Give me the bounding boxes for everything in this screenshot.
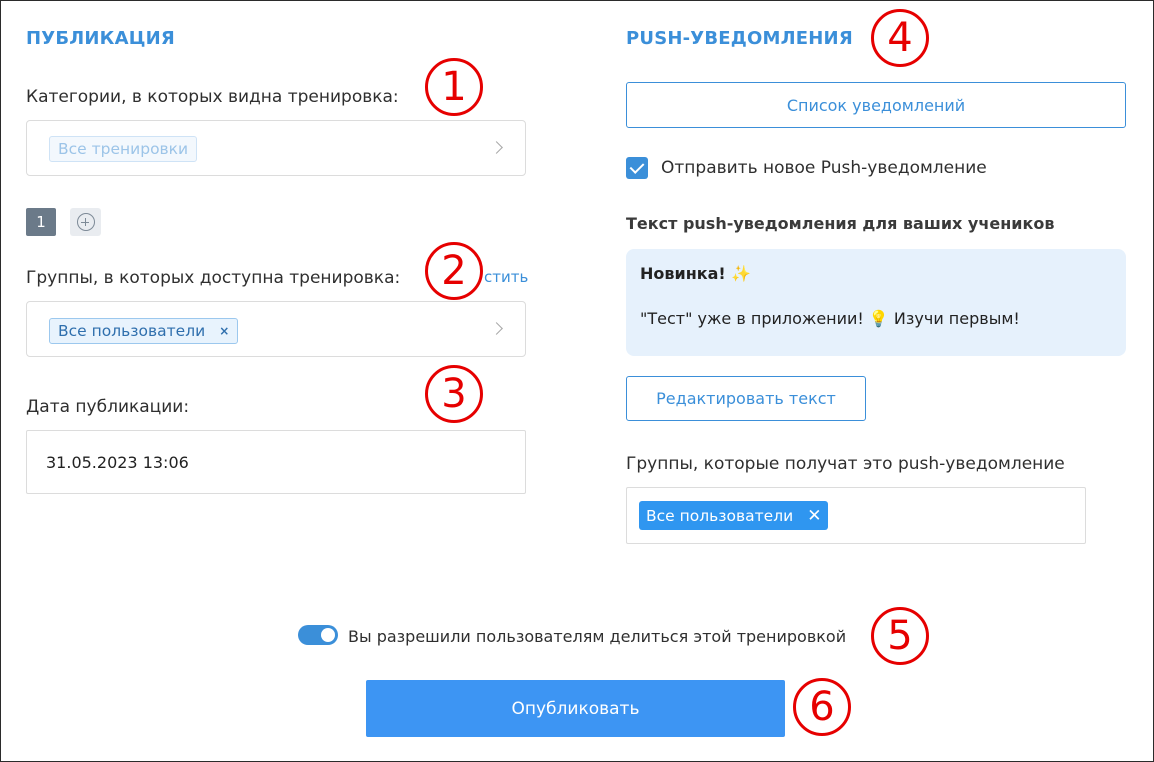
annotation-marker-1: 1 bbox=[425, 58, 483, 116]
group-chip-label: Все пользователи bbox=[58, 322, 206, 340]
categories-label: Категории, в которых видна тренировка: bbox=[26, 87, 399, 107]
categories-select[interactable]: Все тренировки bbox=[26, 120, 526, 176]
date-input[interactable]: 31.05.2023 13:06 bbox=[26, 430, 526, 494]
send-push-checkbox[interactable] bbox=[626, 157, 648, 179]
annotation-marker-2: 2 bbox=[425, 242, 483, 300]
push-text-label: Текст push-уведомления для ваших ученико… bbox=[626, 214, 1055, 233]
annotation-marker-4: 4 bbox=[871, 9, 929, 67]
chip-remove-icon[interactable]: × bbox=[219, 324, 229, 338]
push-group-chip-label: Все пользователи bbox=[646, 506, 794, 525]
groups-link[interactable]: стить bbox=[484, 268, 528, 286]
notifications-list-button[interactable]: Список уведомлений bbox=[626, 82, 1126, 128]
push-preview: Новинка! ✨ "Тест" уже в приложении! 💡 Из… bbox=[626, 249, 1126, 356]
annotation-marker-5: 5 bbox=[871, 607, 929, 665]
preview-body: "Тест" уже в приложении! 💡 Изучи первым! bbox=[640, 309, 1020, 328]
push-title: PUSH-УВЕДОМЛЕНИЯ bbox=[626, 28, 853, 49]
date-label: Дата публикации: bbox=[26, 397, 190, 417]
publish-button[interactable]: Опубликовать bbox=[366, 680, 785, 737]
push-groups-label: Группы, которые получат это push-уведомл… bbox=[626, 454, 1065, 474]
share-toggle[interactable] bbox=[298, 625, 338, 645]
preview-title: Новинка! ✨ bbox=[640, 264, 752, 283]
plus-circle-icon bbox=[76, 213, 95, 231]
chip-remove-icon[interactable]: ✕ bbox=[807, 506, 821, 526]
push-group-chip: Все пользователи ✕ bbox=[639, 501, 829, 530]
annotation-marker-3: 3 bbox=[425, 365, 483, 423]
edit-text-button[interactable]: Редактировать текст bbox=[626, 376, 866, 421]
add-page-button[interactable] bbox=[70, 208, 101, 236]
date-value: 31.05.2023 13:06 bbox=[46, 453, 189, 472]
send-push-label: Отправить новое Push-уведомление bbox=[661, 158, 987, 178]
chevron-right-icon bbox=[490, 322, 503, 335]
chevron-right-icon bbox=[490, 141, 503, 154]
publication-title: ПУБЛИКАЦИЯ bbox=[26, 28, 175, 49]
share-label: Вы разрешили пользователям делиться этой… bbox=[348, 627, 847, 646]
group-chip: Все пользователи × bbox=[49, 318, 239, 344]
groups-select[interactable]: Все пользователи × bbox=[26, 301, 526, 357]
category-chip: Все тренировки bbox=[49, 136, 198, 162]
page-number-button[interactable]: 1 bbox=[26, 208, 56, 236]
annotation-marker-6: 6 bbox=[793, 678, 851, 736]
groups-label: Группы, в которых доступна тренировка: bbox=[26, 268, 401, 288]
